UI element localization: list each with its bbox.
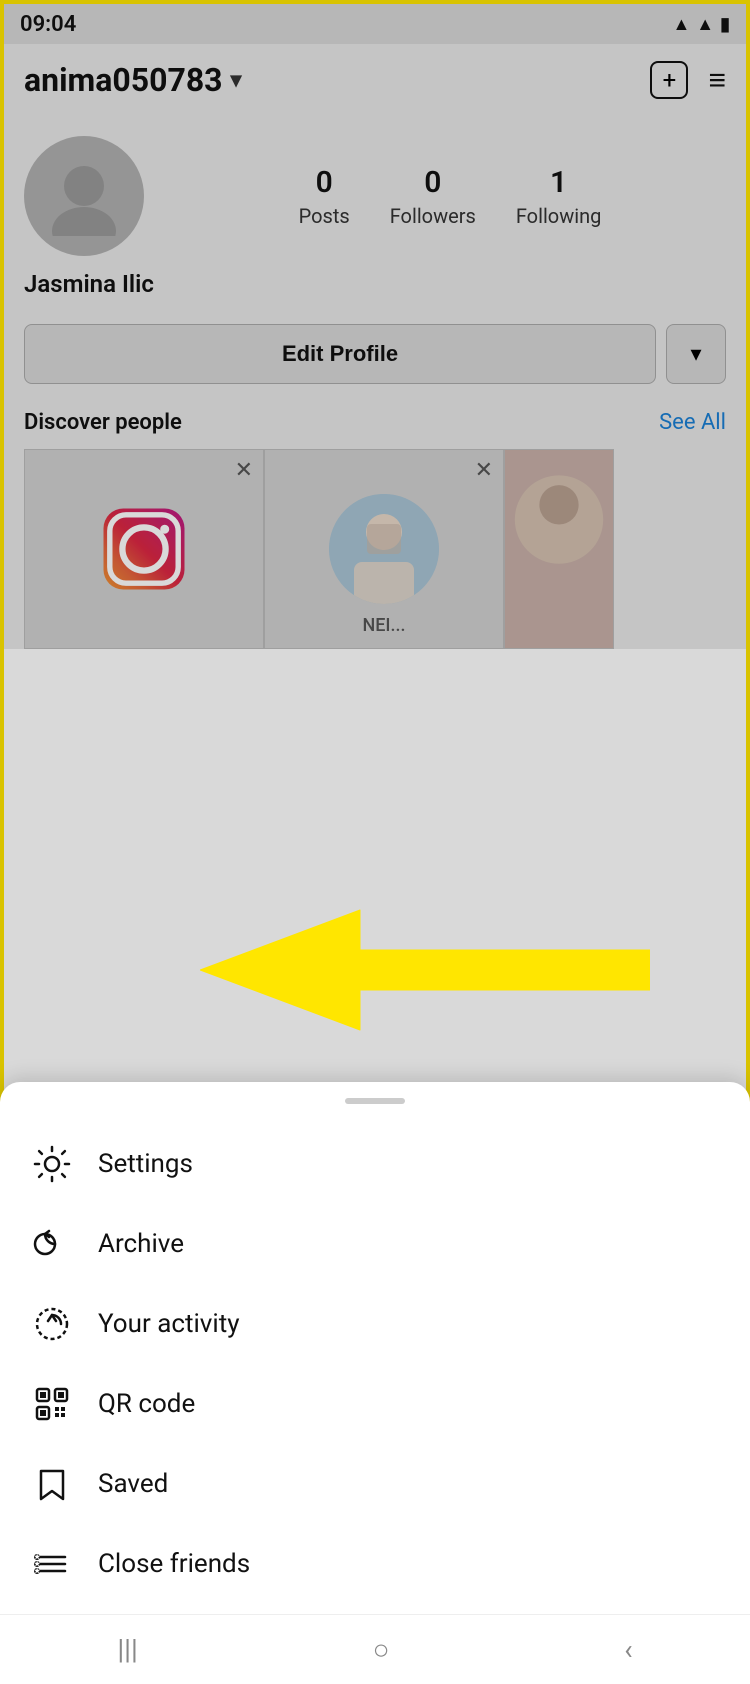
- close-card-2-icon[interactable]: ✕: [475, 458, 493, 483]
- discover-card-1[interactable]: ✕: [24, 449, 264, 649]
- svg-text:★: ★: [34, 1567, 41, 1575]
- menu-item-settings[interactable]: Settings: [0, 1124, 750, 1204]
- qr-label: QR code: [98, 1389, 195, 1419]
- close-card-1-icon[interactable]: ✕: [235, 458, 253, 483]
- followers-label: Followers: [390, 204, 476, 228]
- wifi-icon: ▲: [696, 14, 714, 35]
- activity-label: Your activity: [98, 1309, 240, 1339]
- person-avatar-2: [329, 494, 439, 604]
- posts-count: 0: [316, 165, 333, 200]
- followers-count: 0: [424, 165, 441, 200]
- discover-title: Discover people: [24, 410, 182, 435]
- status-icons: ▲ ▲ ▮: [672, 14, 730, 35]
- person-avatar-3: [505, 449, 613, 649]
- username-row[interactable]: anima050783 ▾: [24, 61, 242, 99]
- card-2-label: NEI...: [362, 615, 405, 636]
- posts-stat[interactable]: 0 Posts: [299, 165, 350, 228]
- archive-label: Archive: [98, 1229, 184, 1259]
- profile-top: 0 Posts 0 Followers 1 Following: [24, 136, 726, 256]
- saved-icon: [30, 1462, 74, 1506]
- archive-icon: [30, 1222, 74, 1266]
- stats-row: 0 Posts 0 Followers 1 Following: [174, 165, 726, 228]
- arrow-annotation: [200, 900, 650, 1040]
- back-nav-icon[interactable]: |||: [117, 1633, 138, 1666]
- avatar[interactable]: [24, 136, 144, 256]
- close-friends-icon: ★ ★ ★: [30, 1542, 74, 1586]
- discover-header: Discover people See All: [24, 410, 726, 435]
- following-count: 1: [550, 165, 567, 200]
- status-time: 09:04: [20, 12, 76, 37]
- profile-section: 0 Posts 0 Followers 1 Following Jasmina …: [4, 116, 746, 314]
- hamburger-icon: ≡: [708, 63, 726, 98]
- following-label: Following: [516, 204, 602, 228]
- discover-cards: ✕ ✕: [24, 449, 726, 649]
- arrow-svg: [200, 900, 650, 1040]
- edit-profile-row: Edit Profile ▾: [4, 314, 746, 400]
- edit-profile-button[interactable]: Edit Profile: [24, 324, 656, 384]
- menu-item-archive[interactable]: Archive: [0, 1204, 750, 1284]
- menu-item-qr[interactable]: QR code: [0, 1364, 750, 1444]
- menu-item-close-friends[interactable]: ★ ★ ★ Close friends: [0, 1524, 750, 1604]
- menu-item-activity[interactable]: Your activity: [0, 1284, 750, 1364]
- home-nav-icon[interactable]: ○: [373, 1633, 390, 1666]
- settings-icon: [30, 1142, 74, 1186]
- status-bar: 09:04 ▲ ▲ ▮: [4, 4, 746, 44]
- nav-icons: + ≡: [650, 61, 726, 99]
- see-all-link[interactable]: See All: [659, 410, 726, 435]
- discover-card-2[interactable]: ✕ NEI...: [264, 449, 504, 649]
- recent-nav-icon[interactable]: ‹: [624, 1633, 632, 1666]
- top-nav: anima050783 ▾ + ≡: [4, 44, 746, 116]
- menu-button[interactable]: ≡: [708, 63, 726, 98]
- signal-icon: ▲: [672, 14, 690, 35]
- chevron-down-icon: ▾: [690, 341, 701, 367]
- followers-stat[interactable]: 0 Followers: [390, 165, 476, 228]
- username-chevron-icon[interactable]: ▾: [231, 68, 242, 93]
- plus-icon: +: [663, 66, 677, 94]
- bottom-nav: ||| ○ ‹: [0, 1614, 750, 1684]
- avatar-icon: [44, 156, 124, 236]
- bottom-sheet: Settings Archive Your activity: [0, 1082, 750, 1684]
- discover-section: Discover people See All ✕: [4, 400, 746, 649]
- following-stat[interactable]: 1 Following: [516, 165, 602, 228]
- posts-label: Posts: [299, 204, 350, 228]
- profile-name: Jasmina Ilic: [24, 270, 726, 298]
- battery-icon: ▮: [720, 14, 730, 35]
- saved-label: Saved: [98, 1469, 168, 1499]
- activity-icon: [30, 1302, 74, 1346]
- username-label: anima050783: [24, 61, 223, 99]
- menu-item-saved[interactable]: Saved: [0, 1444, 750, 1524]
- settings-label: Settings: [98, 1149, 193, 1179]
- qr-icon: [30, 1382, 74, 1426]
- profile-dropdown-button[interactable]: ▾: [666, 324, 726, 384]
- new-post-button[interactable]: +: [650, 61, 688, 99]
- close-friends-label: Close friends: [98, 1549, 250, 1579]
- discover-card-3[interactable]: [504, 449, 614, 649]
- sheet-handle: [345, 1098, 405, 1104]
- instagram-logo: [99, 504, 189, 594]
